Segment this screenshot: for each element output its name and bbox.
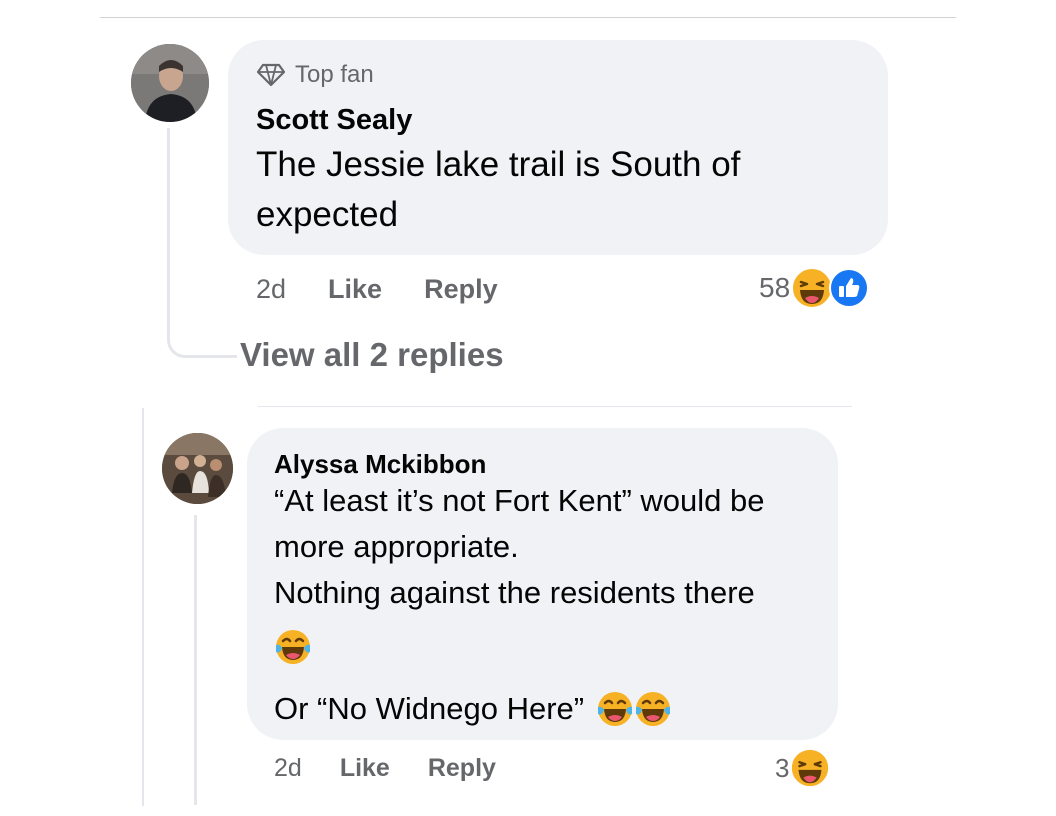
- top-fan-badge[interactable]: Top fan: [257, 60, 374, 90]
- comment-line: Nothing against the residents there: [274, 575, 755, 610]
- comment-actions: 2d Like Reply: [256, 268, 498, 310]
- left-border: [142, 408, 144, 806]
- avatar-scott-sealy[interactable]: [131, 44, 209, 122]
- tears-of-joy-emoji-icon: [634, 690, 672, 728]
- reaction-count: 3: [775, 752, 790, 783]
- comment-last-line: Or “No Widnego Here”: [274, 678, 834, 740]
- comment-timestamp[interactable]: 2d: [256, 274, 286, 305]
- comment-line: “At least it’s not Fort Kent” would be: [274, 483, 765, 518]
- tears-of-joy-emoji-icon: [274, 628, 312, 666]
- reply-thread-line: [194, 515, 197, 805]
- reply-thread-line: [167, 128, 237, 358]
- reply-button[interactable]: Reply: [424, 274, 498, 305]
- comment-timestamp[interactable]: 2d: [274, 754, 302, 783]
- diamond-icon: [257, 63, 285, 87]
- reaction-count: 58: [759, 272, 791, 303]
- comment-text: “At least it’s not Fort Kent” would be m…: [274, 478, 834, 740]
- top-divider: [100, 17, 956, 18]
- view-all-replies-link[interactable]: View all 2 replies: [240, 336, 504, 374]
- like-reaction-icon: [828, 267, 870, 309]
- comment-line: Or “No Widnego Here”: [274, 691, 585, 726]
- reaction-summary[interactable]: 3: [775, 746, 831, 790]
- haha-reaction-icon: [789, 747, 831, 789]
- comment-author[interactable]: Alyssa Mckibbon: [274, 449, 486, 480]
- reaction-summary[interactable]: 58: [759, 264, 870, 312]
- section-divider: [258, 406, 852, 407]
- comment-text: The Jessie lake trail is South of expect…: [256, 145, 741, 234]
- like-button[interactable]: Like: [340, 754, 390, 783]
- avatar-alyssa-mckibbon[interactable]: [162, 433, 233, 504]
- comment-emoji-line: [274, 616, 834, 678]
- comment-actions: 2d Like Reply: [274, 750, 496, 786]
- like-button[interactable]: Like: [328, 274, 382, 305]
- badge-label: Top fan: [295, 61, 374, 88]
- reply-button[interactable]: Reply: [428, 754, 496, 783]
- comment-author[interactable]: Scott Sealy: [256, 104, 412, 137]
- tears-of-joy-emoji-icon: [596, 690, 634, 728]
- comment-line: more appropriate.: [274, 529, 519, 564]
